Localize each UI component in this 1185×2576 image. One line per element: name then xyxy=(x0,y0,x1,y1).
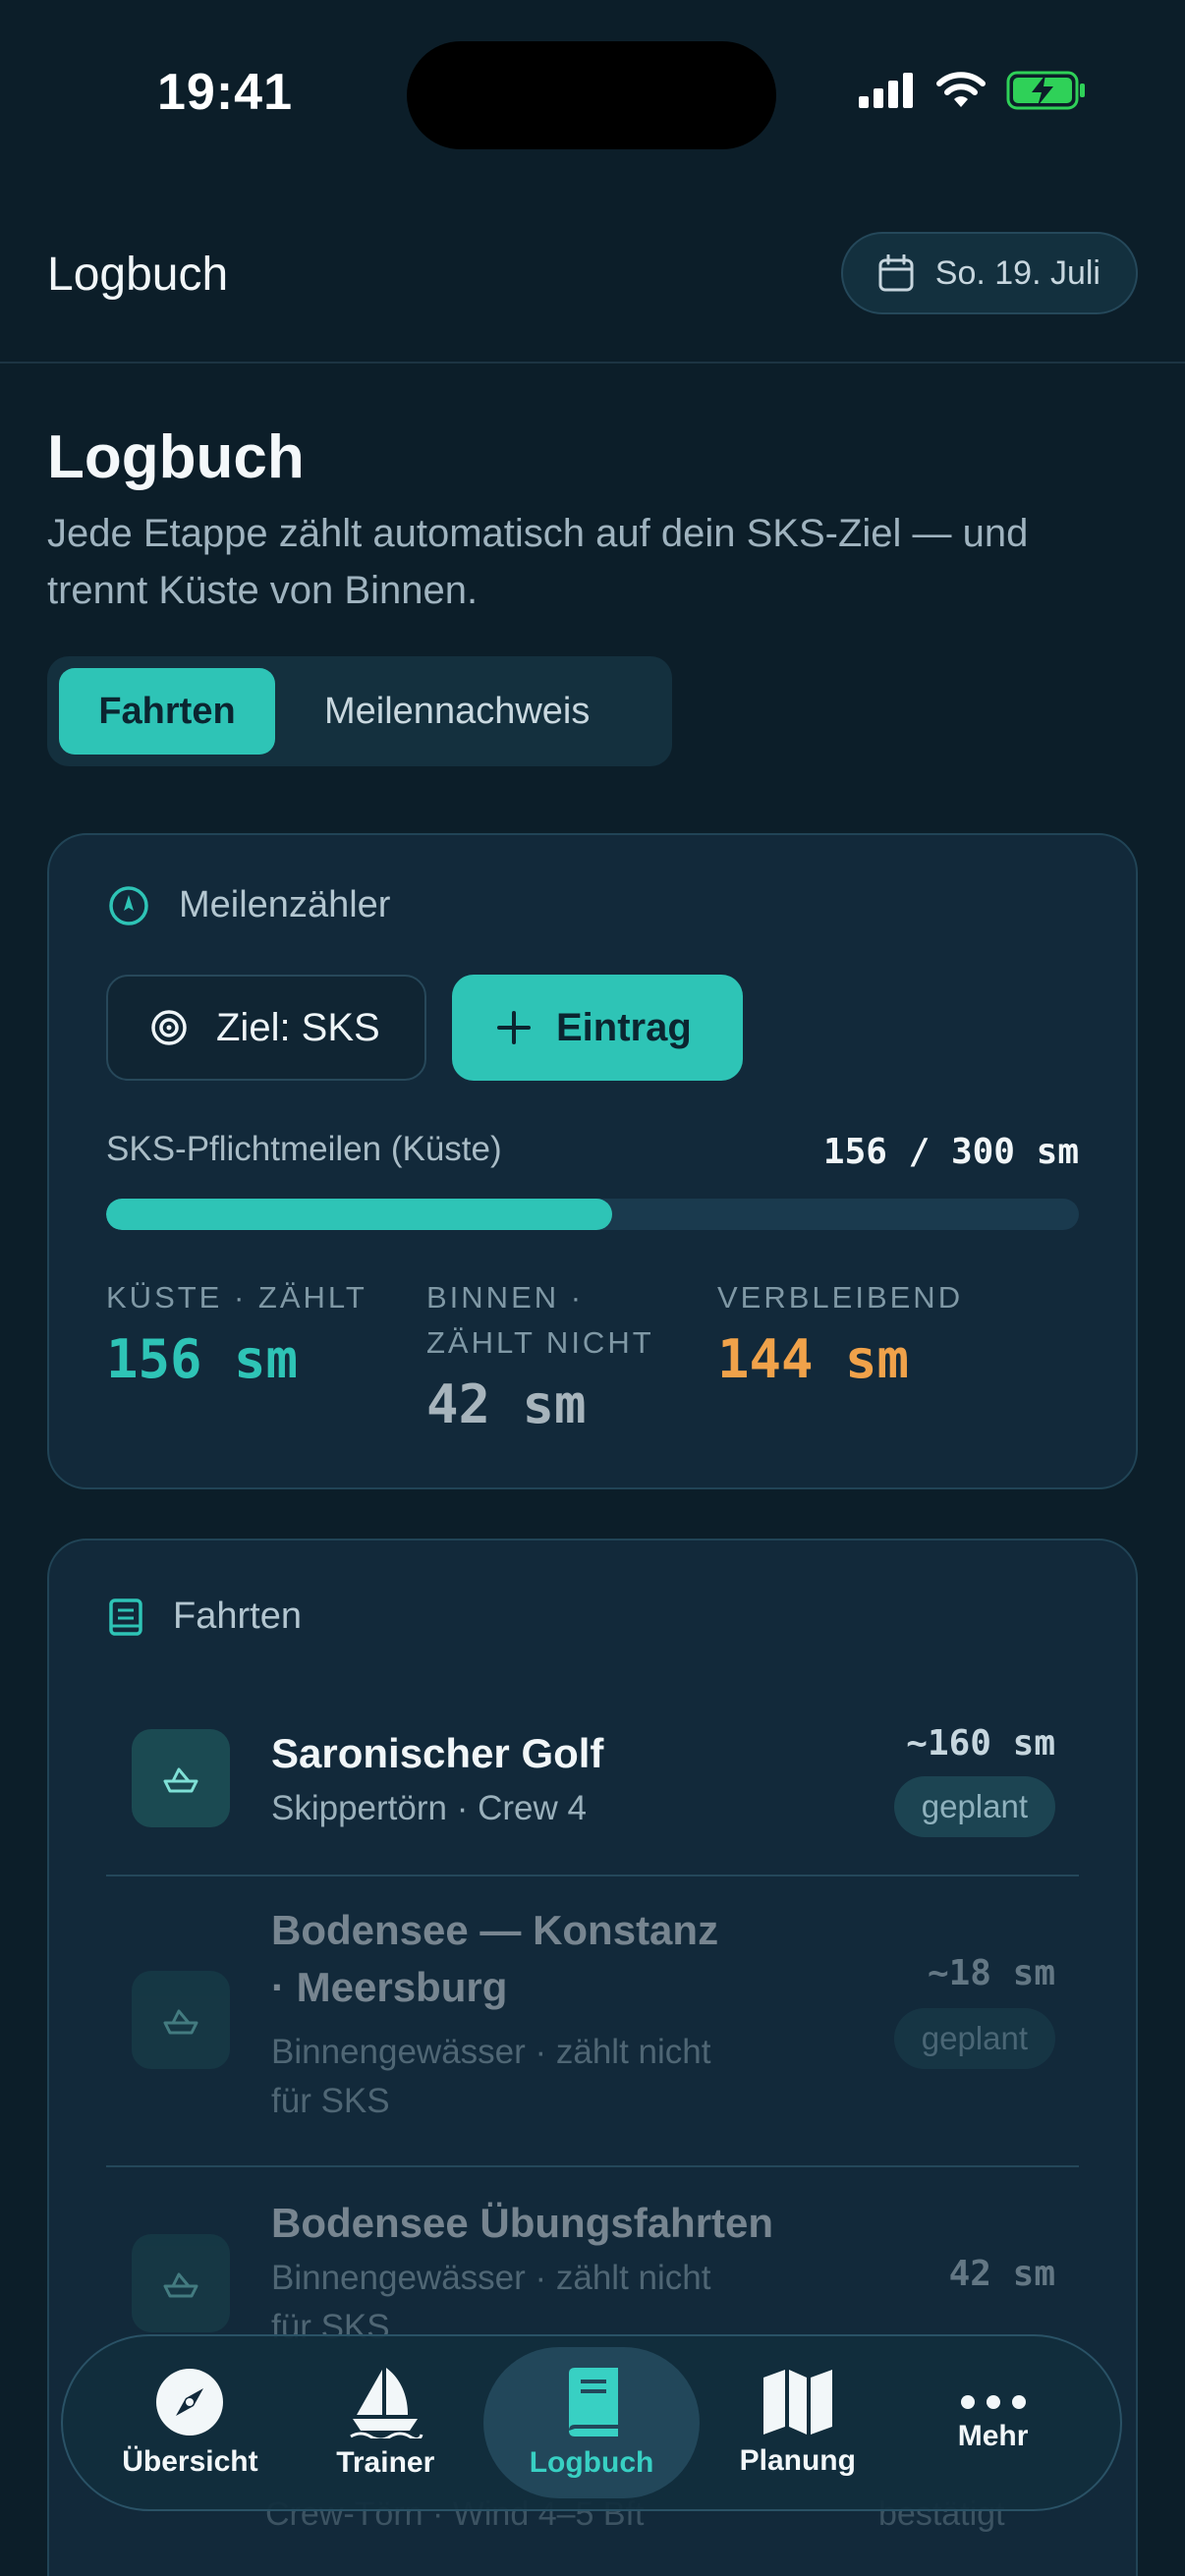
goal-button[interactable]: Ziel: SKS xyxy=(106,975,426,1081)
boat-icon xyxy=(132,2234,230,2332)
segment-fahrten[interactable]: Fahrten xyxy=(59,668,275,755)
status-icons xyxy=(859,71,1087,110)
trip-row[interactable]: Bodensee Übungsfahrten Binnengewässer · … xyxy=(106,2195,1079,2346)
stat-label-line2: ZÄHLT NICHT xyxy=(426,1325,654,1360)
trip-miles: 42 sm xyxy=(948,2254,1055,2294)
stat-value: 156 sm xyxy=(106,1328,299,1390)
dynamic-island xyxy=(407,41,776,149)
calendar-icon xyxy=(878,254,914,292)
stat-value: 42 sm xyxy=(426,1373,587,1435)
page-subtitle: Jede Etappe zählt automatisch auf dein S… xyxy=(47,512,1029,612)
tab-label: Logbuch xyxy=(529,2446,654,2479)
mileage-counter-card: Meilenzähler Ziel: SKS Eintrag SKS-Pflic… xyxy=(47,833,1138,1489)
tab-logbuch[interactable]: Logbuch xyxy=(482,2347,701,2498)
trip-subtitle: Skippertörn · Crew 4 xyxy=(271,1789,587,1827)
progress-label: SKS-Pflichtmeilen (Küste) xyxy=(106,1130,502,1168)
battery-charging-icon xyxy=(1006,71,1085,110)
add-entry-button[interactable]: Eintrag xyxy=(452,975,743,1081)
boat-icon xyxy=(132,1729,230,1827)
tab-planung[interactable]: Planung xyxy=(700,2347,895,2498)
progress-value: 156 / 300 sm xyxy=(822,1132,1079,1172)
stat-label: KÜSTE · ZÄHLT xyxy=(106,1280,367,1315)
stat-kueste: KÜSTE · ZÄHLT 156 sm xyxy=(106,1275,367,1390)
plus-icon xyxy=(497,1011,531,1044)
map-icon xyxy=(762,2370,832,2435)
tab-label: Trainer xyxy=(336,2446,435,2479)
tab-label: Übersicht xyxy=(122,2445,258,2478)
counter-header: Meilenzähler xyxy=(108,884,390,926)
trips-header: Fahrten xyxy=(108,1596,302,1638)
segment-meilennachweis[interactable]: Meilennachweis xyxy=(287,668,627,755)
trip-row[interactable]: Bodensee — Konstanz · Meersburg Binnenge… xyxy=(106,1902,1079,2157)
tab-label: Planung xyxy=(739,2444,856,2477)
trips-heading: Fahrten xyxy=(173,1596,302,1637)
trip-status-badge: geplant xyxy=(893,1776,1055,1837)
date-picker-button[interactable]: So. 19. Juli xyxy=(840,232,1138,314)
status-time: 19:41 xyxy=(157,64,293,121)
bottom-tab-bar: Übersicht Trainer Logbuch Planung Mehr xyxy=(61,2334,1122,2511)
compass-icon xyxy=(156,2369,224,2436)
tab-label: Mehr xyxy=(957,2420,1029,2452)
progress-fill xyxy=(106,1199,612,1230)
date-label: So. 19. Juli xyxy=(934,253,1100,292)
boat-icon xyxy=(132,1971,230,2069)
more-icon xyxy=(960,2395,1026,2409)
stat-label: VERBLEIBEND xyxy=(717,1280,964,1315)
status-bar: 19:41 xyxy=(0,0,1185,187)
tab-mehr[interactable]: Mehr xyxy=(895,2347,1091,2498)
sailboat-icon xyxy=(350,2368,423,2438)
book-icon xyxy=(569,2368,618,2436)
divider xyxy=(106,1875,1079,1876)
add-entry-label: Eintrag xyxy=(556,1005,692,1049)
wifi-icon xyxy=(936,72,986,107)
trip-subtitle: Binnengewässer · zählt nicht für SKS xyxy=(271,2033,711,2120)
signal-icon xyxy=(859,73,913,108)
stat-binnen: BINNEN · ZÄHLT NICHT 42 sm xyxy=(426,1275,654,1435)
divider xyxy=(106,2165,1079,2167)
page-title: Logbuch xyxy=(47,423,305,491)
segmented-control: Fahrten Meilennachweis xyxy=(47,656,672,766)
tab-trainer[interactable]: Trainer xyxy=(288,2347,483,2498)
tab-uebersicht[interactable]: Übersicht xyxy=(92,2347,288,2498)
target-icon xyxy=(151,1010,187,1045)
progress-bar xyxy=(106,1199,1079,1230)
trip-title: Bodensee Übungsfahrten xyxy=(271,2200,774,2246)
goal-label: Ziel: SKS xyxy=(216,1005,380,1049)
stat-value: 144 sm xyxy=(717,1328,910,1390)
stat-label: BINNEN · xyxy=(426,1280,585,1315)
counter-heading: Meilenzähler xyxy=(179,884,391,925)
trip-status-badge: geplant xyxy=(893,2008,1055,2069)
trip-miles: ~18 sm xyxy=(927,1953,1055,1993)
trip-title: Saronischer Golf xyxy=(271,1730,604,1776)
app-header-title: Logbuch xyxy=(47,249,229,301)
trip-title: Bodensee — Konstanz · Meersburg xyxy=(271,1907,719,2010)
trip-row[interactable]: Saronischer Golf Skippertörn · Crew 4 ~1… xyxy=(106,1713,1079,1880)
stat-verbleibend: VERBLEIBEND 144 sm xyxy=(717,1275,963,1390)
trip-miles: ~160 sm xyxy=(906,1723,1055,1764)
compass-outline-icon xyxy=(109,885,148,925)
book-outline-icon xyxy=(109,1597,142,1636)
app-header: Logbuch So. 19. Juli xyxy=(0,187,1185,364)
